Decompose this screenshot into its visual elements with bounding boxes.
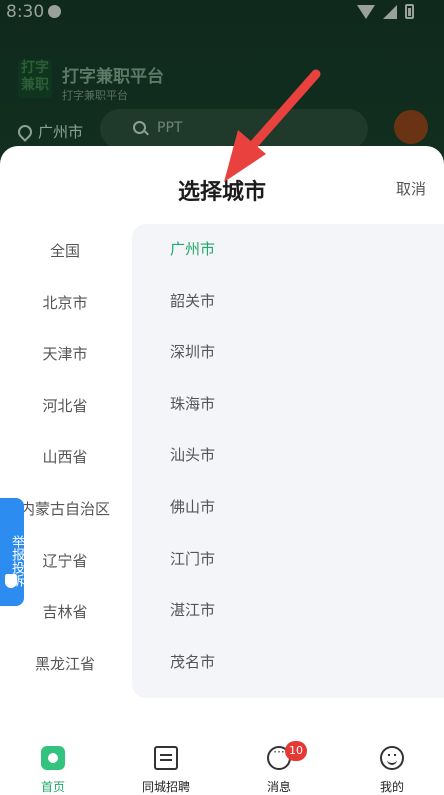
status-time: 8:30	[6, 2, 45, 22]
tab-messages[interactable]: 10 消息	[234, 731, 324, 795]
home-icon	[41, 746, 65, 770]
city-item[interactable]: 珠海市	[132, 379, 444, 431]
province-item[interactable]: 天津市	[0, 329, 130, 381]
app-title: 打字兼职平台	[62, 67, 164, 87]
tab-local-jobs[interactable]: 同城招聘	[121, 731, 211, 795]
city-item-selected[interactable]: 广州市	[132, 224, 444, 276]
bottom-tab-bar: 首页 同城招聘 10 消息 我的	[0, 731, 444, 795]
app-subtitle: 打字兼职平台	[62, 89, 128, 102]
city-item[interactable]: 汕头市	[132, 430, 444, 482]
tab-home[interactable]: 首页	[8, 731, 98, 795]
province-item[interactable]: 全国	[0, 226, 130, 278]
tab-label: 消息	[266, 780, 291, 794]
city-item[interactable]: 江门市	[132, 534, 444, 586]
search-bar[interactable]: PPT	[100, 109, 368, 149]
province-list: 全国 北京市 天津市 河北省 山西省 内蒙古自治区 辽宁省 吉林省 黑龙江省	[0, 226, 130, 690]
location-pin-icon	[15, 121, 35, 142]
tab-label: 我的	[379, 780, 404, 794]
city-list: 广州市 韶关市 深圳市 珠海市 汕头市 佛山市 江门市 湛江市 茂名市	[132, 224, 444, 698]
city-item[interactable]: 佛山市	[132, 482, 444, 534]
search-placeholder: PPT	[157, 120, 183, 136]
status-icons	[357, 4, 414, 19]
notification-icon	[48, 5, 61, 18]
province-item[interactable]: 山西省	[0, 432, 130, 484]
tab-label: 同城招聘	[141, 780, 190, 794]
search-icon	[133, 121, 146, 134]
wifi-icon	[357, 4, 375, 19]
city-item[interactable]: 深圳市	[132, 327, 444, 379]
tab-label: 首页	[40, 780, 65, 794]
app-logo: 打字 兼职	[18, 60, 52, 98]
promo-badge-icon[interactable]	[394, 110, 428, 144]
status-bar: 8:30	[0, 0, 444, 26]
sheet-title: 选择城市	[177, 180, 266, 205]
shield-icon	[5, 574, 17, 588]
city-item[interactable]: 韶关市	[132, 276, 444, 328]
location-selector[interactable]: 广州市	[15, 121, 84, 142]
unread-badge: 10	[285, 741, 307, 761]
job-list-icon	[154, 746, 178, 770]
province-item[interactable]: 北京市	[0, 278, 130, 330]
cellular-signal-icon	[383, 4, 397, 19]
cancel-button[interactable]: 取消	[396, 178, 426, 199]
profile-icon	[380, 746, 404, 770]
city-item[interactable]: 茂名市	[132, 637, 444, 689]
city-picker-sheet: 选择城市 取消 全国 北京市 天津市 河北省 山西省 内蒙古自治区 辽宁省 吉林…	[0, 146, 444, 731]
province-item[interactable]: 黑龙江省	[0, 639, 130, 691]
tab-profile[interactable]: 我的	[347, 731, 437, 795]
report-complaint-button[interactable]: 举报投诉	[0, 498, 24, 606]
battery-icon	[405, 4, 414, 19]
province-item[interactable]: 河北省	[0, 381, 130, 433]
location-label: 广州市	[38, 123, 84, 141]
city-item[interactable]: 湛江市	[132, 585, 444, 637]
